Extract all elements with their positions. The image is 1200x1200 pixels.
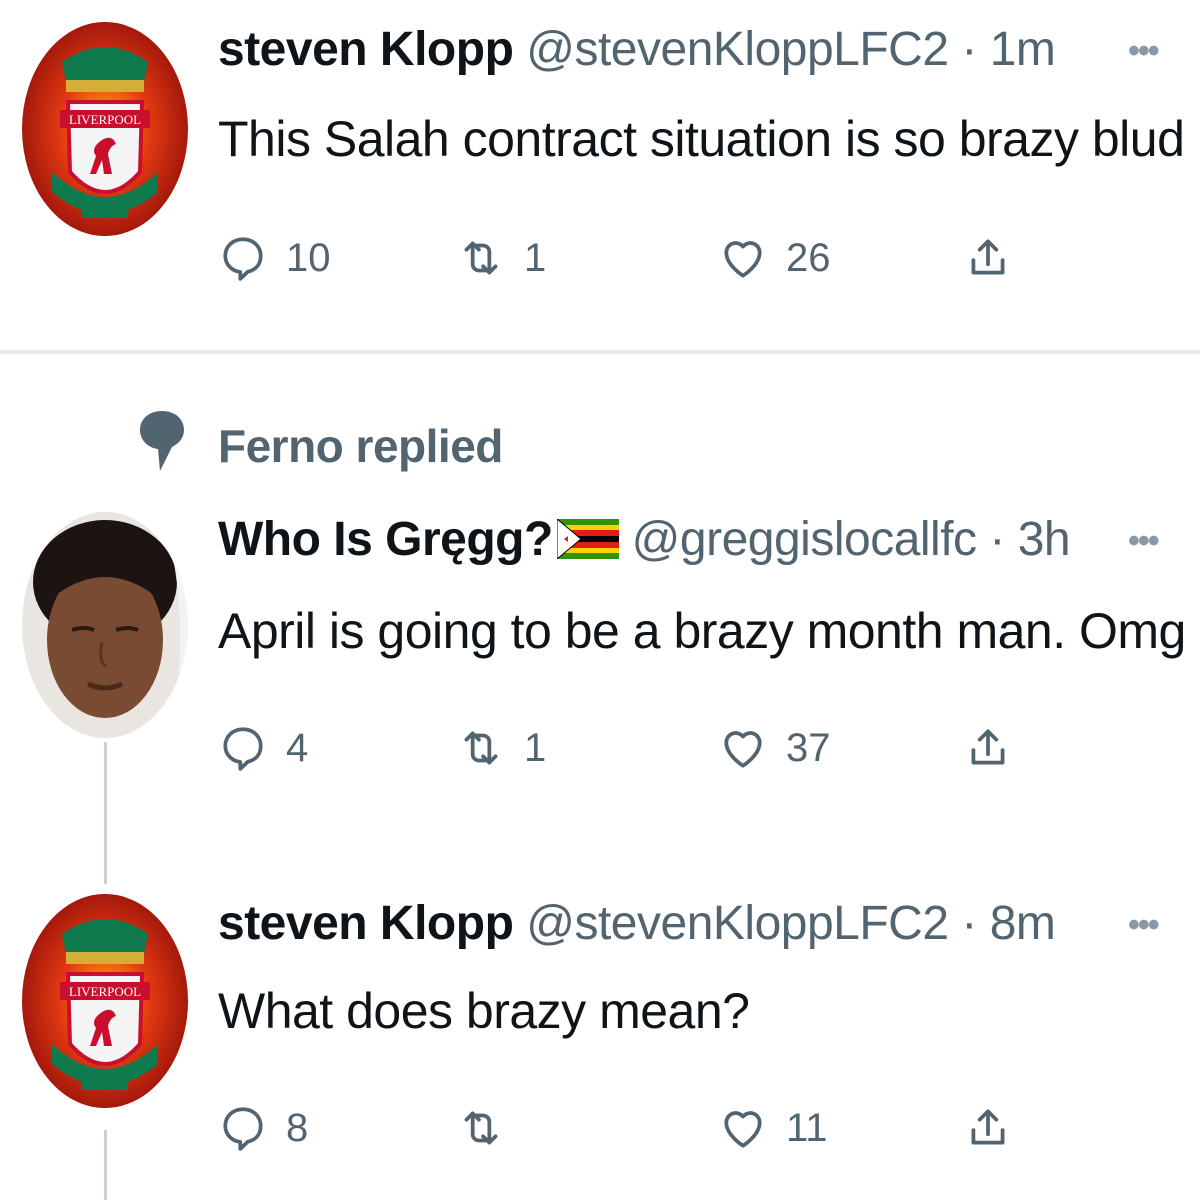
more-options-icon[interactable]: ••• [1128,906,1160,945]
like-button[interactable]: 26 [718,228,831,288]
separator-dot: · [961,897,977,950]
share-button[interactable] [963,718,1031,778]
share-icon [971,239,1005,275]
liverpool-crest-icon: LIVERPOOL [22,894,188,1108]
share-icon [971,1109,1005,1145]
liverpool-crest-icon: LIVERPOOL [22,22,188,236]
retweet-count: 1 [524,235,547,280]
avatar[interactable]: LIVERPOOL [22,22,188,236]
replied-context: Ferno replied [0,405,600,485]
reply-button[interactable]: 4 [218,718,308,778]
tweet-text: This Salah contract situation is so braz… [218,111,1185,167]
like-count: 26 [786,235,831,280]
thread-line [104,1130,107,1200]
like-button[interactable]: 37 [718,718,831,778]
heart-icon [724,241,762,278]
more-options-icon[interactable]: ••• [1128,522,1160,561]
tweet-1[interactable]: LIVERPOOL steven Klopp @stevenKloppLFC2 … [0,0,1200,350]
like-count: 11 [786,1105,828,1150]
heart-icon [724,1111,762,1148]
retweet-count: 1 [524,725,547,770]
retweet-button[interactable] [456,1098,524,1158]
tweet-header: Who Is Gręgg? @greggislocallfc · 3h [218,512,1071,567]
reply-count: 8 [286,1105,309,1150]
svg-text:LIVERPOOL: LIVERPOOL [69,984,141,999]
display-name[interactable]: Who Is Gręgg? [218,513,553,566]
display-name[interactable]: steven Klopp [218,897,514,950]
share-button[interactable] [963,1098,1031,1158]
retweet-button[interactable]: 1 [456,718,546,778]
more-options-icon[interactable]: ••• [1128,32,1160,71]
like-button[interactable]: 11 [718,1098,828,1158]
reply-button[interactable]: 10 [218,228,331,288]
separator-dot: · [989,513,1005,566]
share-icon [971,729,1005,765]
heart-icon [724,731,762,768]
reply-icon [223,237,263,281]
svg-text:LIVERPOOL: LIVERPOOL [69,112,141,127]
zimbabwe-flag-icon [556,519,619,559]
reply-icon [223,1107,263,1151]
retweet-icon [464,1111,498,1145]
retweet-button[interactable]: 1 [456,228,546,288]
thread-line [104,742,107,884]
timestamp[interactable]: 1m [990,23,1056,76]
avatar[interactable]: LIVERPOOL [22,894,188,1108]
retweet-icon [464,731,498,765]
tweet-2[interactable]: Who Is Gręgg? @greggislocallfc · 3h ••• … [0,500,1200,860]
reply-count: 4 [286,725,309,770]
display-name[interactable]: steven Klopp [218,23,514,76]
timestamp[interactable]: 3h [1018,513,1071,566]
timestamp[interactable]: 8m [990,897,1056,950]
share-button[interactable] [963,228,1031,288]
user-handle[interactable]: @stevenKloppLFC2 [526,23,949,76]
reply-count: 10 [286,235,331,280]
like-count: 37 [786,725,831,770]
tweet-header: steven Klopp @stevenKloppLFC2 · 8m [218,896,1056,951]
divider [0,350,1200,354]
user-handle[interactable]: @greggislocallfc [632,513,977,566]
reply-button[interactable]: 8 [218,1098,308,1158]
retweet-icon [464,241,498,275]
avatar[interactable] [22,512,188,738]
tweet-actions: 10 1 26 [218,228,1118,288]
user-handle[interactable]: @stevenKloppLFC2 [526,897,949,950]
user-photo-icon [22,512,188,738]
separator-dot: · [961,23,977,76]
replied-label[interactable]: Ferno replied [218,419,503,473]
tweet-actions: 4 1 37 [218,718,1118,778]
tweet-text: What does brazy mean? [218,983,750,1039]
tweet-text: April is going to be a brazy month man. … [218,603,1186,659]
speech-bubble-icon [140,411,184,471]
tweet-3[interactable]: LIVERPOOL steven Klopp @stevenKloppLFC2 … [0,890,1200,1200]
tweet-header: steven Klopp @stevenKloppLFC2 · 1m [218,22,1056,77]
tweet-actions: 8 11 [218,1098,1118,1158]
reply-icon [223,727,263,771]
